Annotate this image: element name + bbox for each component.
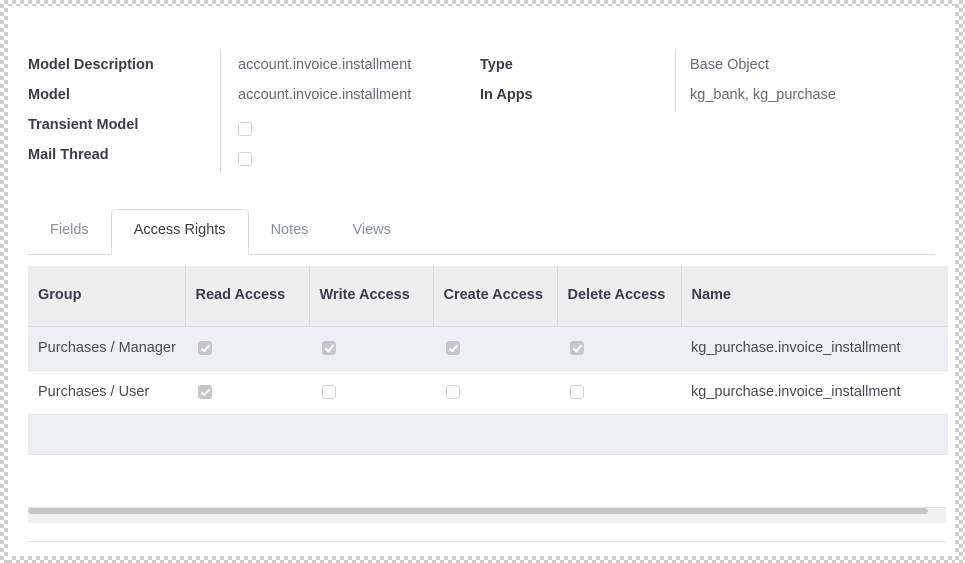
horizontal-scrollbar-thumb[interactable] [28, 508, 928, 514]
model-header-form: Model Description account.invoice.instal… [8, 6, 955, 181]
field-model: Model account.invoice.installment [28, 80, 468, 110]
table-row[interactable]: Purchases / User kg_purchase.invoice_ins… [28, 370, 948, 415]
column-header-name[interactable]: Name [681, 266, 948, 327]
field-value: account.invoice.installment [238, 57, 412, 73]
form-column-left: Model Description account.invoice.instal… [28, 50, 468, 170]
tab-notes[interactable]: Notes [249, 209, 331, 255]
table-row-empty[interactable] [28, 414, 948, 455]
field-value: kg_bank, kg_purchase [690, 87, 836, 103]
cell-name: kg_purchase.invoice_installment [681, 370, 948, 415]
column-header-write-access[interactable]: Write Access [309, 266, 434, 327]
form-column-right: Type Base Object In Apps kg_bank, kg_pur… [480, 50, 930, 110]
field-transient-model: Transient Model [28, 110, 468, 140]
cell-write-access-empty [309, 414, 433, 455]
cell-read-access[interactable] [185, 370, 309, 415]
transient-model-checkbox[interactable] [238, 122, 252, 137]
create-access-checkbox[interactable] [446, 340, 460, 355]
cell-group-empty [28, 414, 185, 455]
access-rights-table: Group Read Access Write Access Create Ac… [28, 266, 948, 455]
read-access-checkbox[interactable] [198, 384, 212, 399]
field-value [225, 140, 252, 170]
field-label: Model [28, 87, 70, 103]
cell-group: Purchases / Manager [28, 326, 185, 371]
field-value: account.invoice.installment [238, 87, 412, 103]
table-row[interactable]: Purchases / Manager kg_purchase.invoice_… [28, 326, 948, 371]
column-header-delete-access[interactable]: Delete Access [557, 266, 682, 327]
table-body: Purchases / Manager kg_purchase.invoice_… [28, 326, 948, 455]
cell-create-access[interactable] [433, 370, 557, 415]
cell-delete-access[interactable] [557, 326, 681, 371]
cell-group: Purchases / User [28, 370, 185, 415]
table-header: Group Read Access Write Access Create Ac… [28, 266, 948, 327]
horizontal-scrollbar[interactable] [28, 507, 946, 523]
canvas-gutter-right [955, 0, 965, 563]
cell-delete-access-empty [557, 414, 681, 455]
column-header-group[interactable]: Group [28, 266, 186, 327]
field-value: Base Object [690, 57, 769, 73]
field-label: Transient Model [28, 117, 139, 133]
field-model-description: Model Description account.invoice.instal… [28, 50, 468, 80]
mail-thread-checkbox[interactable] [238, 152, 252, 167]
cell-create-access[interactable] [433, 326, 557, 371]
cell-name: kg_purchase.invoice_installment [681, 326, 948, 371]
field-type: Type Base Object [480, 50, 930, 80]
cell-delete-access[interactable] [557, 370, 681, 415]
notebook-tabs: Fields Access Rights Notes Views [28, 209, 935, 255]
cell-read-access[interactable] [185, 326, 309, 371]
column-header-read-access[interactable]: Read Access [185, 266, 310, 327]
cell-read-access-empty [185, 414, 309, 455]
column-header-create-access[interactable]: Create Access [433, 266, 558, 327]
field-in-apps: In Apps kg_bank, kg_purchase [480, 80, 930, 110]
canvas-gutter-bottom [0, 556, 965, 563]
cell-write-access[interactable] [309, 370, 433, 415]
write-access-checkbox[interactable] [322, 384, 336, 399]
tab-fields[interactable]: Fields [28, 209, 111, 255]
field-label: In Apps [480, 87, 533, 103]
delete-access-checkbox[interactable] [570, 384, 584, 399]
write-access-checkbox[interactable] [322, 340, 336, 355]
field-label: Model Description [28, 57, 154, 73]
cell-create-access-empty [433, 414, 557, 455]
create-access-checkbox[interactable] [446, 384, 460, 399]
field-mail-thread: Mail Thread [28, 140, 468, 170]
tab-views[interactable]: Views [330, 209, 412, 255]
model-detail-page: Model Description account.invoice.instal… [8, 6, 955, 556]
read-access-checkbox[interactable] [198, 340, 212, 355]
field-label: Mail Thread [28, 147, 109, 163]
cell-write-access[interactable] [309, 326, 433, 371]
canvas-gutter-left [0, 0, 8, 563]
field-value [225, 110, 252, 140]
table-header-row: Group Read Access Write Access Create Ac… [28, 266, 948, 327]
bottom-divider [28, 541, 946, 542]
cell-name-empty [681, 414, 948, 455]
tab-access-rights[interactable]: Access Rights [110, 209, 249, 255]
field-label: Type [480, 57, 513, 73]
access-rights-table-container: Group Read Access Write Access Create Ac… [28, 266, 948, 455]
delete-access-checkbox[interactable] [570, 340, 584, 355]
